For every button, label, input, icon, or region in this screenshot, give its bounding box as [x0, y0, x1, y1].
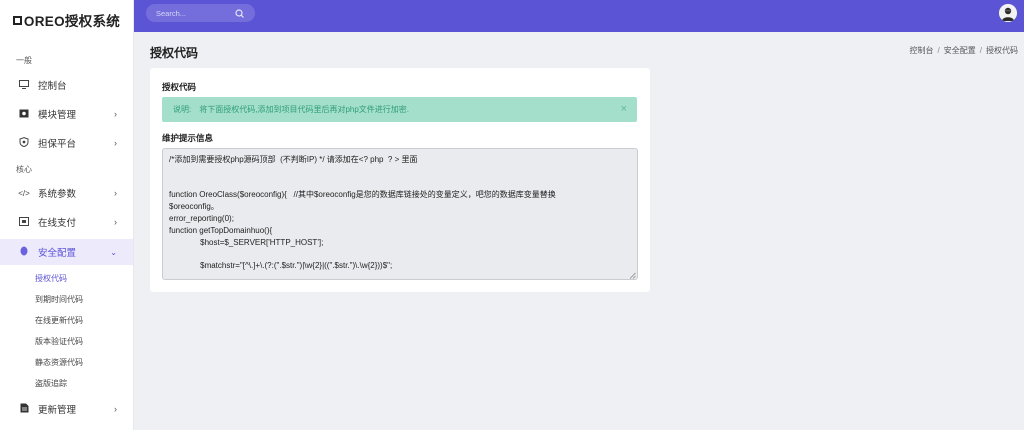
search-box	[146, 4, 255, 22]
sidebar-item-modules[interactable]: 模块管理 ›	[0, 101, 133, 127]
code-line: $host=$_SERVER['HTTP_HOST'];	[169, 237, 324, 247]
breadcrumb-current: 授权代码	[986, 46, 1018, 55]
shield-icon	[18, 137, 30, 149]
page-title: 授权代码	[150, 46, 199, 60]
sidebar-item-guarantee[interactable]: 担保平台 ›	[0, 130, 133, 156]
code-icon: </>	[18, 188, 30, 198]
resize-handle-icon[interactable]	[629, 271, 636, 279]
avatar[interactable]	[999, 4, 1017, 22]
auth-code-card: 授权代码 说明: 将下面授权代码,添加到项目代码里后再对php文件进行加密. ×…	[150, 68, 650, 292]
breadcrumb-security[interactable]: 安全配置	[944, 46, 976, 55]
section-title-core: 核心	[16, 165, 32, 174]
top-navbar	[134, 0, 1024, 32]
sidebar: OREO授权系统 一般 控制台 模块管理 › 担保平台 › 核心 </> 系统参…	[0, 0, 134, 430]
chevron-right-icon: ›	[114, 217, 117, 227]
sidebar-item-label: 系统参数	[38, 189, 77, 200]
chevron-right-icon: ›	[114, 188, 117, 198]
section-label: 维护提示信息	[162, 133, 214, 143]
sidebar-item-label: 安全配置	[38, 248, 77, 259]
breadcrumb-separator: /	[937, 46, 940, 55]
code-textarea[interactable]: /*添加到需要授权php源码顶部 (不判断IP) */ 请添加在<? php ?…	[162, 148, 638, 280]
sidebar-subitem-auth-code[interactable]: 授权代码	[0, 268, 133, 288]
sidebar-item-label: 担保平台	[38, 139, 77, 150]
monitor-icon	[18, 79, 30, 91]
info-alert: 说明: 将下面授权代码,添加到项目代码里后再对php文件进行加密. ×	[162, 97, 637, 122]
breadcrumb-separator: /	[979, 46, 982, 55]
close-icon[interactable]: ×	[621, 103, 627, 115]
sidebar-subitem-version-check-code[interactable]: 版本验证代码	[0, 331, 133, 351]
logo-icon	[12, 15, 22, 25]
search-icon[interactable]	[234, 7, 246, 19]
sidebar-subitem-static-resource-code[interactable]: 静态资源代码	[0, 352, 133, 372]
file-icon	[18, 403, 30, 415]
sidebar-subitem-expiry-code[interactable]: 到期时间代码	[0, 289, 133, 309]
code-line: error_reporting(0);	[169, 213, 234, 223]
sidebar-item-label: 在线支付	[38, 218, 77, 229]
chevron-right-icon: ›	[114, 138, 117, 148]
code-line: /*添加到需要授权php源码顶部 (不判断IP) */ 请添加在<? php ?…	[169, 155, 418, 164]
alert-text: 将下面授权代码,添加到项目代码里后再对php文件进行加密.	[199, 105, 410, 114]
app-name: OREO授权系统	[23, 14, 121, 29]
sidebar-item-security[interactable]: 安全配置 ⌄	[0, 239, 133, 265]
sidebar-subitem-online-update-code[interactable]: 在线更新代码	[0, 310, 133, 330]
module-icon	[18, 109, 30, 120]
sidebar-item-label: 控制台	[38, 81, 67, 92]
app-logo[interactable]: OREO授权系统	[0, 0, 133, 40]
chevron-right-icon: ›	[114, 404, 117, 414]
code-line: function getTopDomainhuo(){	[169, 225, 273, 235]
section-title-general: 一般	[16, 56, 32, 65]
security-icon	[18, 246, 30, 258]
sidebar-item-dashboard[interactable]: 控制台	[0, 72, 133, 98]
breadcrumb: 控制台 / 安全配置 / 授权代码	[910, 45, 1018, 56]
payment-icon	[18, 216, 30, 228]
sidebar-item-label: 更新管理	[38, 405, 77, 416]
sidebar-item-label: 模块管理	[38, 110, 77, 121]
breadcrumb-dashboard[interactable]: 控制台	[910, 46, 934, 55]
sidebar-item-system-params[interactable]: </> 系统参数 ›	[0, 180, 133, 206]
card-title: 授权代码	[162, 82, 197, 92]
search-input[interactable]	[156, 8, 226, 18]
chevron-down-icon: ⌄	[110, 247, 117, 257]
code-line: $oreoconfig。	[169, 202, 219, 212]
code-line: $matchstr="[^\.]+\.(?:(".$str.")|\w{2}|(…	[169, 261, 393, 271]
sidebar-item-payment[interactable]: 在线支付 ›	[0, 209, 133, 235]
sidebar-subitem-piracy-tracking[interactable]: 盗版追踪	[0, 373, 133, 393]
code-line: function OreoClass($oreoconfig){ //其中$or…	[169, 190, 556, 200]
sidebar-item-update-management[interactable]: 更新管理 ›	[0, 396, 133, 422]
alert-label: 说明:	[173, 105, 192, 114]
chevron-right-icon: ›	[114, 109, 117, 119]
